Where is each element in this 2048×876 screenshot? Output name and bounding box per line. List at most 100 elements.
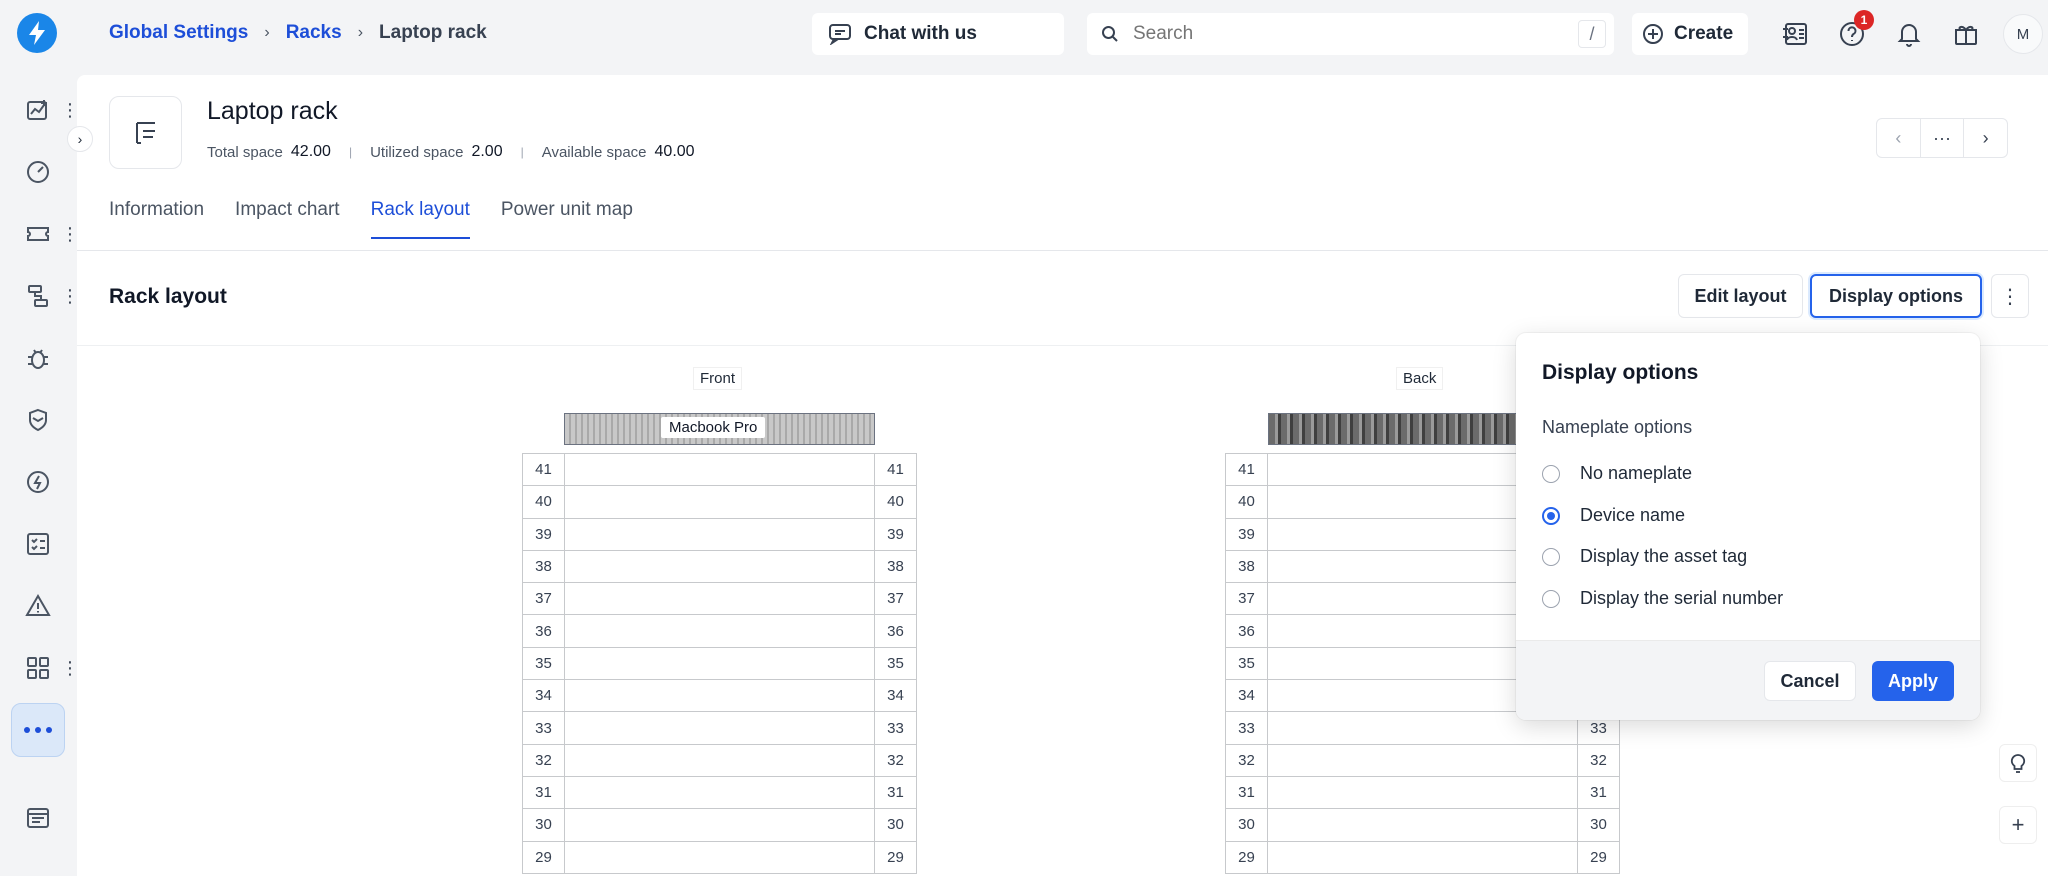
rack-slot[interactable] [564,646,875,681]
left-nav: ⋮ ⋮ ⋮ ⋮ [0,0,79,876]
rack-slot[interactable] [564,452,875,487]
console-icon[interactable] [20,800,56,836]
unit-number-right: 34 [874,679,917,713]
sidebar-expand-button[interactable]: › [67,126,93,152]
display-options-popover: Display options Nameplate options No nam… [1516,333,1980,720]
nav-more-dots-icon[interactable]: ⋮ [61,98,79,122]
change-icon[interactable] [20,464,56,500]
rack-unit-row: 29 29 [522,840,917,874]
radio-device-name[interactable] [1542,506,1560,525]
unit-number-left: 37 [522,582,565,616]
next-record-icon[interactable]: › [1964,119,2007,157]
unit-number-right: 38 [874,549,917,584]
rack-slot[interactable] [564,808,875,842]
dashboard-icon[interactable] [20,92,56,128]
more-options-icon[interactable]: ··· [1921,119,1965,157]
shield-icon[interactable] [20,402,56,438]
bug-icon[interactable] [20,340,56,376]
tab-rack-layout[interactable]: Rack layout [370,199,470,239]
option-asset-tag[interactable]: Display the asset tag [1542,546,1747,567]
apply-button[interactable]: Apply [1872,661,1954,701]
rack-slot[interactable] [564,549,875,584]
create-button[interactable]: Create [1632,13,1748,55]
radio-no-nameplate[interactable] [1542,464,1560,483]
chevron-right-icon: › [264,24,270,41]
checklist-icon[interactable] [20,526,56,562]
unit-number-left: 33 [522,711,565,745]
unit-number-right: 32 [1577,743,1620,777]
rack-slot[interactable] [564,775,875,810]
rack-slot[interactable] [564,711,875,745]
radio-asset-tag[interactable] [1542,547,1560,566]
unit-number-right: 35 [874,646,917,681]
avatar[interactable]: M [2003,14,2043,54]
unit-number-left: 33 [1225,711,1268,745]
gauge-icon[interactable] [20,154,56,190]
rack-unit-row: 39 39 [522,517,917,551]
help-icon[interactable]: 1 [1834,10,1874,52]
rack-slot[interactable] [564,840,875,874]
workflow-icon[interactable] [20,278,56,314]
display-options-button[interactable]: Display options [1810,274,1982,318]
radio-serial-number[interactable] [1542,589,1560,608]
app-logo-icon[interactable] [17,13,57,53]
gift-icon[interactable] [1948,16,1984,52]
rack-slot[interactable] [564,679,875,713]
unit-number-left: 35 [522,646,565,681]
rack-unit-row: 38 38 [522,549,917,584]
unit-number-left: 34 [522,679,565,713]
unit-number-left: 36 [522,614,565,648]
unit-number-left: 39 [1225,517,1268,551]
unit-number-left: 31 [522,775,565,810]
contacts-icon[interactable] [1777,16,1813,52]
lightbulb-icon[interactable] [1999,744,2037,782]
tab-power-unit-map[interactable]: Power unit map [501,199,633,239]
rack-slot[interactable] [1267,743,1578,777]
warning-icon[interactable] [20,588,56,624]
unit-number-right: 30 [1577,808,1620,842]
rack-slot[interactable] [1267,775,1578,810]
option-device-name[interactable]: Device name [1542,505,1685,526]
bell-icon[interactable] [1891,16,1927,52]
search-box[interactable]: / [1087,13,1614,55]
tab-impact-chart[interactable]: Impact chart [235,199,340,239]
chat-with-us-button[interactable]: Chat with us [812,13,1064,55]
popover-footer: Cancel Apply [1516,640,1980,720]
ticket-icon[interactable] [20,216,56,252]
option-no-nameplate[interactable]: No nameplate [1542,463,1692,484]
rack-slot[interactable] [564,614,875,648]
tab-information[interactable]: Information [109,199,204,239]
unit-number-left: 31 [1225,775,1268,810]
breadcrumb-global-settings[interactable]: Global Settings [109,22,248,44]
option-label: Device name [1580,505,1686,525]
unit-number-left: 39 [522,517,565,551]
search-input[interactable] [1133,23,1553,45]
unit-number-left: 32 [522,743,565,777]
unit-number-right: 32 [874,743,917,777]
stat-divider: | [520,145,524,159]
kebab-menu-icon[interactable]: ⋮ [1991,274,2029,318]
rack-unit-row: 30 30 [1225,808,1620,842]
breadcrumb-racks[interactable]: Racks [286,22,342,44]
rack-slot[interactable] [564,743,875,777]
cancel-button[interactable]: Cancel [1764,661,1856,701]
rack-slot[interactable] [1267,808,1578,842]
rack-slot[interactable] [564,582,875,616]
nav-more-dots-icon[interactable]: ⋮ [61,222,79,246]
more-apps-icon[interactable] [11,703,65,757]
unit-number-left: 29 [522,840,565,874]
nav-more-dots-icon[interactable]: ⋮ [61,656,79,680]
rack-slot[interactable] [1267,840,1578,874]
option-label: Display the asset tag [1580,546,1748,566]
nav-more-dots-icon[interactable]: ⋮ [61,284,79,308]
option-serial-number[interactable]: Display the serial number [1542,588,1783,609]
rack-slot[interactable] [564,485,875,519]
rack-slot[interactable] [564,517,875,551]
apps-grid-icon[interactable] [20,650,56,686]
rack-unit-row: 32 32 [1225,743,1620,777]
edit-layout-button[interactable]: Edit layout [1678,274,1803,318]
unit-number-right: 31 [874,775,917,810]
plus-icon[interactable]: + [1999,806,2037,844]
previous-record-icon[interactable]: ‹ [1877,119,1921,157]
unit-number-right: 39 [874,517,917,551]
